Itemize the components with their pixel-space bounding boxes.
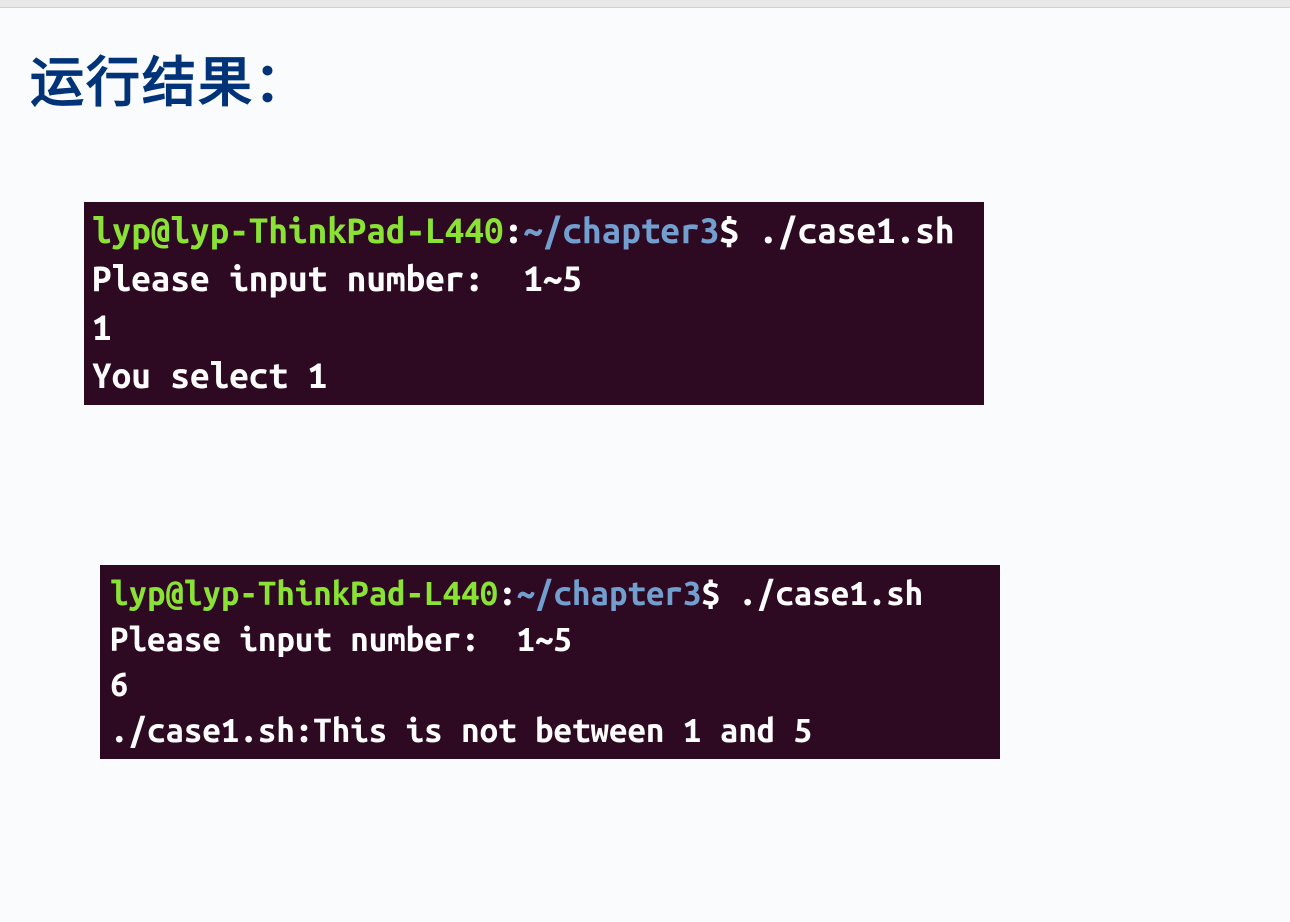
terminal-dollar: $ [719, 210, 739, 250]
terminal-colon: : [504, 210, 524, 250]
top-divider [0, 0, 1290, 8]
terminal-user: lyp@lyp-ThinkPad-L440 [92, 210, 504, 250]
terminal-command: ./case1.sh [720, 575, 923, 612]
terminal-colon: : [498, 575, 516, 612]
terminal-command: ./case1.sh [739, 210, 955, 250]
terminal-output-2: lyp@lyp-ThinkPad-L440:~/chapter3$ ./case… [100, 565, 1000, 759]
page-content: 运行结果： lyp@lyp-ThinkPad-L440:~/chapter3$ … [0, 8, 1290, 759]
terminal-line: 1 [92, 307, 112, 347]
terminal-line: 6 [110, 666, 128, 703]
terminal-line: Please input number: 1~5 [110, 621, 572, 658]
terminal-dollar: $ [701, 575, 719, 612]
page-title: 运行结果： [30, 38, 1260, 117]
terminal-line: ./case1.sh:This is not between 1 and 5 [110, 712, 812, 749]
terminal-line: Please input number: 1~5 [92, 258, 582, 298]
terminal-user: lyp@lyp-ThinkPad-L440 [110, 575, 498, 612]
terminal-path: ~/chapter3 [517, 575, 702, 612]
terminal-output-1: lyp@lyp-ThinkPad-L440:~/chapter3$ ./case… [84, 202, 984, 405]
terminal-path: ~/chapter3 [523, 210, 719, 250]
terminal-line: You select 1 [92, 355, 327, 395]
